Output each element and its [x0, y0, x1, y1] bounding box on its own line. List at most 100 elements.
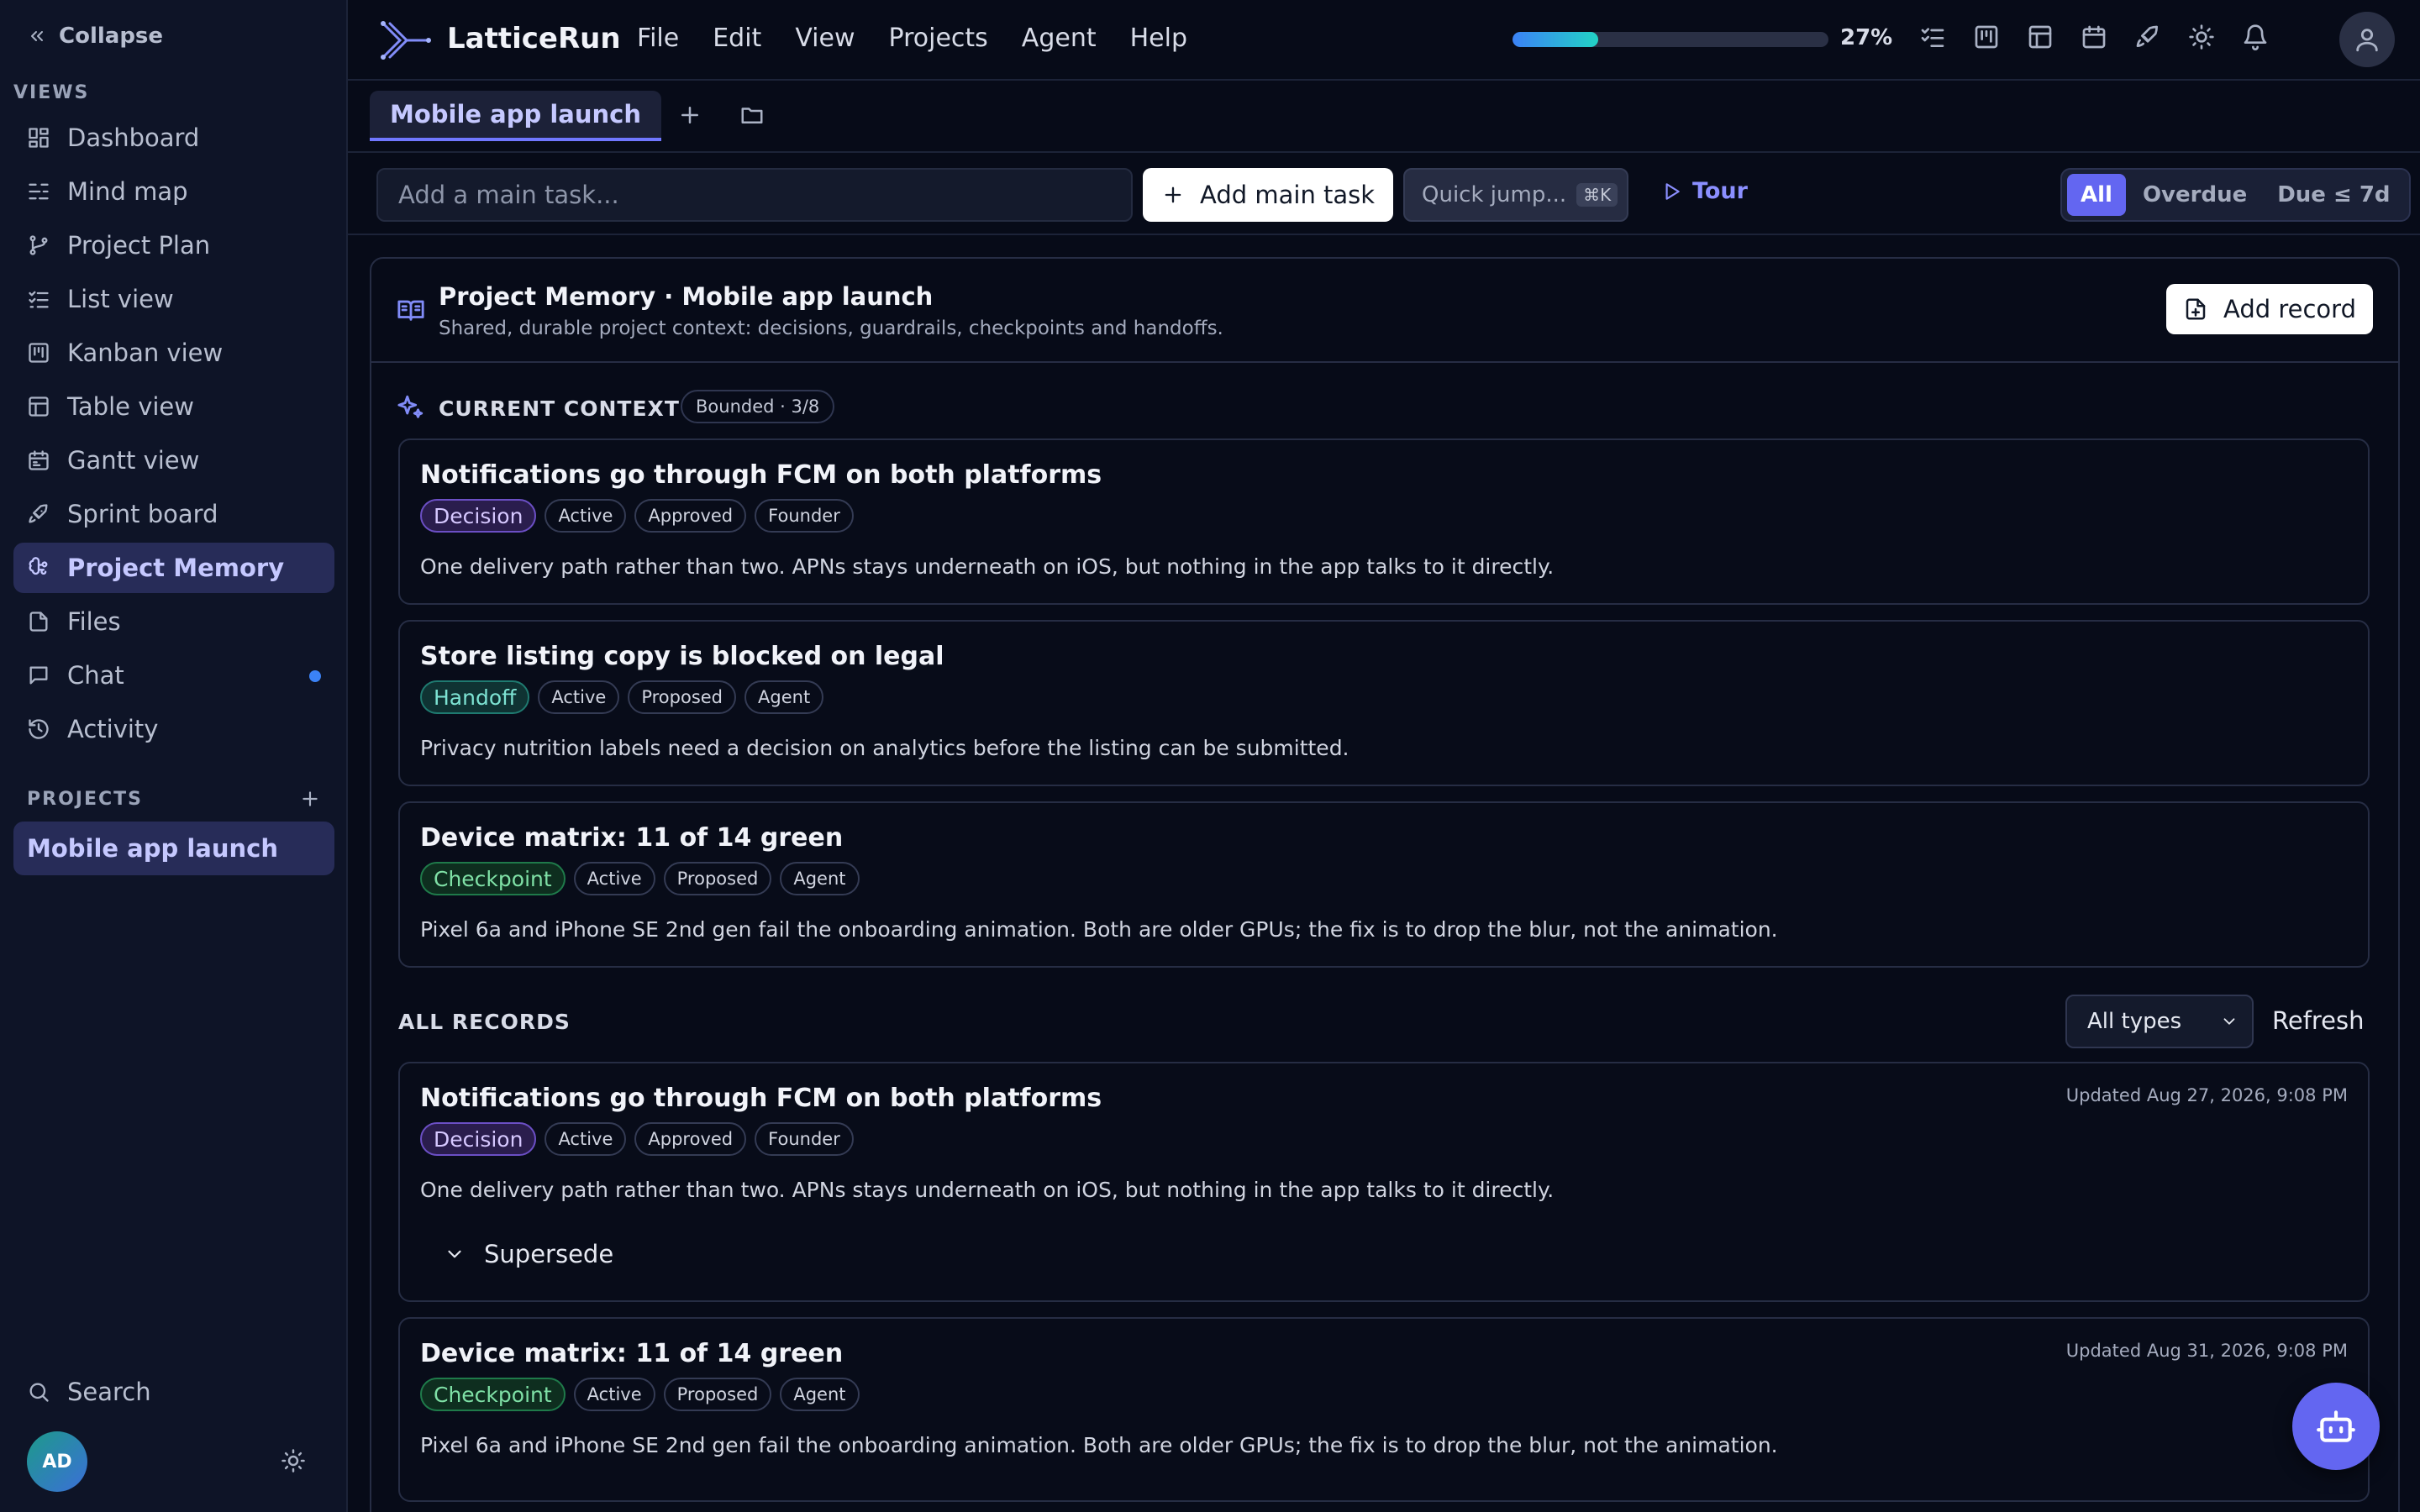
rocket-icon: [29, 504, 48, 523]
tour-button[interactable]: Tour: [1660, 178, 1748, 204]
tab-mobile-app-launch[interactable]: Mobile app launch: [370, 91, 662, 141]
unread-dot: [309, 670, 321, 682]
lattice-logo-icon: [381, 21, 431, 60]
refresh-button[interactable]: Refresh: [2272, 1006, 2365, 1035]
brand-name: LatticeRun: [447, 22, 621, 55]
account-avatar[interactable]: [2339, 12, 2395, 67]
plus-icon: [1165, 186, 1181, 203]
sidebar-item-gantt-view[interactable]: Gantt view: [13, 435, 334, 486]
sun-icon[interactable]: [2188, 24, 2215, 50]
play-icon: [1665, 182, 1680, 200]
record-body: One delivery path rather than two. APNs …: [420, 554, 1555, 579]
user-avatar[interactable]: AD: [27, 1431, 87, 1492]
new-tab-icon[interactable]: [677, 102, 702, 128]
sidebar-item-project-memory[interactable]: Project Memory: [13, 543, 334, 593]
file-plus-icon: [2186, 298, 2206, 320]
sidebar-item-mind-map[interactable]: Mind map: [13, 166, 334, 217]
menu-projects[interactable]: Projects: [889, 24, 988, 53]
record-type-select[interactable]: All types: [2065, 995, 2254, 1048]
supersede-label: Supersede: [484, 1240, 614, 1268]
mind-map-icon: [29, 183, 49, 200]
rocket-icon[interactable]: [2134, 24, 2161, 50]
project-item[interactable]: Mobile app launch: [13, 822, 334, 875]
user-icon: [2356, 29, 2378, 52]
kanban-icon[interactable]: [1973, 24, 2000, 50]
context-card[interactable]: Notifications go through FCM on both pla…: [398, 438, 2370, 605]
context-card[interactable]: Store listing copy is blocked on legal H…: [398, 620, 2370, 786]
project-progress-bar: [1512, 32, 1828, 47]
record-tags: Decision Active Approved Founder: [420, 499, 854, 533]
quick-jump-shortcut: ⌘K: [1576, 183, 1618, 207]
page-title: Project Memory · Mobile app launch: [439, 282, 934, 311]
bell-icon[interactable]: [2242, 24, 2269, 50]
sidebar-item-list-view[interactable]: List view: [13, 274, 334, 324]
progress-label: 27%: [1840, 25, 1893, 50]
filter-all[interactable]: All: [2067, 174, 2126, 216]
menu-agent[interactable]: Agent: [1022, 24, 1097, 53]
projects-header: PROJECTS: [27, 788, 321, 810]
context-card[interactable]: Device matrix: 11 of 14 green Checkpoint…: [398, 801, 2370, 968]
tour-label: Tour: [1692, 178, 1748, 204]
project-memory-panel: Project Memory · Mobile app launch Share…: [370, 257, 2400, 1512]
table-icon[interactable]: [2027, 24, 2054, 50]
sidebar-item-activity[interactable]: Activity: [13, 704, 334, 754]
brain-icon: [29, 557, 48, 575]
author-badge: Founder: [755, 1122, 854, 1156]
type-badge: Decision: [420, 499, 537, 533]
chevron-down-icon: [2223, 1018, 2235, 1025]
menu-view[interactable]: View: [795, 24, 855, 53]
due-filter-group: All Overdue Due ≤ 7d: [2060, 168, 2411, 222]
status-badge: Active: [544, 1122, 627, 1156]
list-checks-icon[interactable]: [1919, 24, 1946, 50]
chevrons-left-icon: [31, 31, 43, 41]
collapse-label: Collapse: [59, 24, 164, 49]
search-icon: [29, 1383, 49, 1402]
bounded-badge: Bounded · 3/8: [681, 390, 835, 423]
filter-due-7d[interactable]: Due ≤ 7d: [2264, 174, 2403, 216]
filter-overdue[interactable]: Overdue: [2129, 174, 2260, 216]
add-record-label: Add record: [2223, 295, 2356, 323]
record-card[interactable]: Device matrix: 11 of 14 green Updated Au…: [398, 1317, 2370, 1502]
book-open-icon: [397, 300, 424, 321]
menu-bar: File Edit View Projects Agent Help: [637, 24, 1187, 53]
main-task-input[interactable]: [376, 168, 1133, 222]
menu-edit[interactable]: Edit: [713, 24, 761, 53]
menu-file[interactable]: File: [637, 24, 679, 53]
bot-icon: [2317, 1410, 2355, 1442]
author-badge: Agent: [744, 680, 824, 714]
sidebar-item-files[interactable]: Files: [13, 596, 334, 647]
sidebar-item-dashboard[interactable]: Dashboard: [13, 113, 334, 163]
record-card[interactable]: Notifications go through FCM on both pla…: [398, 1062, 2370, 1302]
dashboard-icon: [29, 128, 49, 148]
sidebar-search[interactable]: Search: [27, 1378, 151, 1406]
sidebar-item-label: Chat: [67, 661, 124, 690]
calendar-icon[interactable]: [2081, 24, 2107, 50]
type-badge: Decision: [420, 1122, 537, 1156]
record-body: Pixel 6a and iPhone SE 2nd gen fail the …: [420, 917, 1778, 942]
projects-label: PROJECTS: [27, 788, 143, 810]
sidebar-item-label: Project Memory: [67, 554, 285, 582]
top-bar: LatticeRun File Edit View Projects Agent…: [348, 0, 2420, 81]
add-record-button[interactable]: Add record: [2166, 284, 2373, 334]
menu-help[interactable]: Help: [1130, 24, 1187, 53]
views-label: VIEWS: [13, 82, 90, 103]
sidebar-item-sprint-board[interactable]: Sprint board: [13, 489, 334, 539]
record-title: Device matrix: 11 of 14 green: [420, 823, 844, 853]
sidebar-item-kanban-view[interactable]: Kanban view: [13, 328, 334, 378]
record-title: Store listing copy is blocked on legal: [420, 642, 944, 671]
sidebar-item-label: Sprint board: [67, 500, 218, 528]
folder-icon[interactable]: [739, 102, 765, 128]
sidebar-item-project-plan[interactable]: Project Plan: [13, 220, 334, 270]
sun-icon[interactable]: [281, 1448, 306, 1473]
record-title: Device matrix: 11 of 14 green: [420, 1339, 844, 1368]
type-badge: Handoff: [420, 680, 530, 714]
add-main-task-button[interactable]: Add main task: [1143, 168, 1394, 222]
sidebar-item-chat[interactable]: Chat: [13, 650, 334, 701]
agent-assistant-button[interactable]: [2292, 1383, 2380, 1470]
add-project-icon[interactable]: [299, 788, 321, 810]
quick-jump-button[interactable]: Quick jump... ⌘K: [1403, 168, 1628, 222]
sidebar-item-table-view[interactable]: Table view: [13, 381, 334, 432]
record-tags: Decision Active Approved Founder: [420, 1122, 854, 1156]
collapse-button[interactable]: Collapse: [27, 24, 163, 49]
supersede-toggle[interactable]: Supersede: [444, 1240, 613, 1268]
